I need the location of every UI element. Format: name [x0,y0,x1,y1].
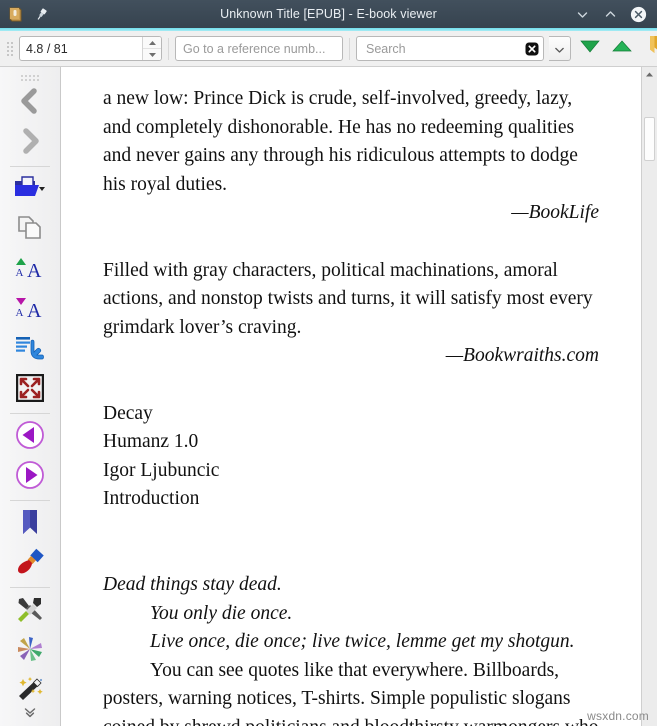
book-icon[interactable] [6,5,24,23]
sidebar-item-effects[interactable] [6,671,54,711]
body-row: A A A A a new low: Prince Dick is crude,… [0,67,657,726]
clear-circle-icon[interactable] [525,42,539,56]
sidebar-item-copy[interactable] [6,210,54,250]
svg-text:A: A [16,267,24,279]
toc-hand-icon [14,334,46,367]
sidebar-item-bookmarks[interactable] [6,504,54,544]
sidebar-item-next-page[interactable] [6,457,54,497]
text-line: You only die once. [150,602,293,624]
spinner-down-icon[interactable] [143,49,161,60]
bookmark-ribbon-icon [19,507,41,542]
drag-grip-icon[interactable] [6,38,13,60]
close-button[interactable] [630,6,647,23]
magic-wand-icon [15,675,45,708]
find-next-button[interactable] [577,36,603,62]
scrollbar-thumb[interactable] [644,117,655,161]
chevron-double-down-icon [23,706,37,724]
toolbar-bookmark-button[interactable] [641,36,657,62]
toolbar-separator-2 [349,37,350,60]
chevron-right-icon [15,126,45,161]
text-line: Dead things stay dead. [103,574,282,596]
sidebar-separator-4 [10,587,50,588]
find-previous-up-icon [611,37,633,60]
toolbar-separator [168,37,169,60]
position-spinner[interactable] [19,36,162,61]
minimize-button[interactable] [574,6,591,23]
sidebar-item-preferences[interactable] [6,591,54,631]
font-decrease-icon: A A [13,294,47,327]
vertical-scrollbar[interactable] [641,67,657,726]
text-line: Introduction [103,488,200,510]
quote-attribution: —BookLife [511,202,599,224]
color-pinwheel-icon [15,635,45,668]
position-spin-buttons[interactable] [142,37,161,60]
sidebar-separator-3 [10,500,50,501]
svg-text:A: A [27,260,42,282]
search-options-dropdown[interactable] [549,36,571,61]
chevron-down-icon [555,40,564,58]
position-input[interactable] [20,37,142,60]
previous-circle-icon [15,420,45,455]
quote-attribution: —Bookwraiths.com [445,345,599,367]
sidebar-item-back[interactable] [6,83,54,123]
text-line: Humanz 1.0 [103,431,199,453]
main-toolbar [0,31,657,67]
pin-icon[interactable] [32,5,50,23]
sidebar-separator-2 [10,413,50,414]
sidebar-toolbar: A A A A [0,67,61,726]
text-paragraph: You can see quotes like that everywhere.… [103,659,599,726]
sidebar-drag-grip-icon[interactable] [19,73,41,83]
scrollbar-track[interactable] [642,81,657,726]
sidebar-item-fullscreen[interactable] [6,370,54,410]
text-paragraph: Live once, die once; live twice, lemme g… [150,631,575,653]
sidebar-overflow-button[interactable] [0,706,60,724]
sidebar-item-open-book[interactable] [6,170,54,210]
sidebar-item-plugins[interactable] [6,631,54,671]
font-increase-icon: A A [13,254,47,287]
reference-number-input[interactable] [175,36,343,61]
text-paragraph: a new low: Prince Dick is crude, self-in… [103,88,578,195]
spinner-up-icon[interactable] [143,37,161,49]
search-box[interactable] [356,36,544,61]
next-circle-icon [15,460,45,495]
chevron-left-icon [15,86,45,121]
titlebar-left-icons [6,5,50,23]
window-title: Unknown Title [EPUB] - E-book viewer [220,7,437,21]
content-area: a new low: Prince Dick is crude, self-in… [61,67,657,726]
find-previous-button[interactable] [609,36,635,62]
copy-pages-icon [15,214,45,247]
text-line: Igor Ljubuncic [103,459,220,481]
sidebar-item-highlight[interactable] [6,544,54,584]
svg-text:A: A [27,300,42,322]
fullscreen-arrows-icon [15,373,45,407]
search-input[interactable] [364,40,525,57]
ebook-viewer-window: Unknown Title [EPUB] - E-book viewer 4.8… [0,0,657,726]
sidebar-item-previous-page[interactable] [6,417,54,457]
paintbrush-icon [15,548,45,581]
text-line: Decay [103,402,153,424]
scroll-up-arrow-icon[interactable] [642,67,657,81]
book-page[interactable]: a new low: Prince Dick is crude, self-in… [61,67,641,726]
find-next-down-icon [579,37,601,60]
sidebar-item-forward[interactable] [6,123,54,163]
bookmark-ribbon-icon [645,34,657,63]
sidebar-item-decrease-font[interactable]: A A [6,290,54,330]
titlebar[interactable]: Unknown Title [EPUB] - E-book viewer [0,0,657,28]
tools-wrench-screwdriver-icon [15,595,45,628]
sidebar-item-table-of-contents[interactable] [6,330,54,370]
svg-text:A: A [16,307,24,319]
maximize-button[interactable] [602,6,619,23]
text-paragraph: Filled with gray characters, political m… [103,259,593,338]
sidebar-item-increase-font[interactable]: A A [6,250,54,290]
sidebar-separator [10,166,50,167]
window-controls [574,6,651,23]
open-folder-book-icon [13,174,47,207]
